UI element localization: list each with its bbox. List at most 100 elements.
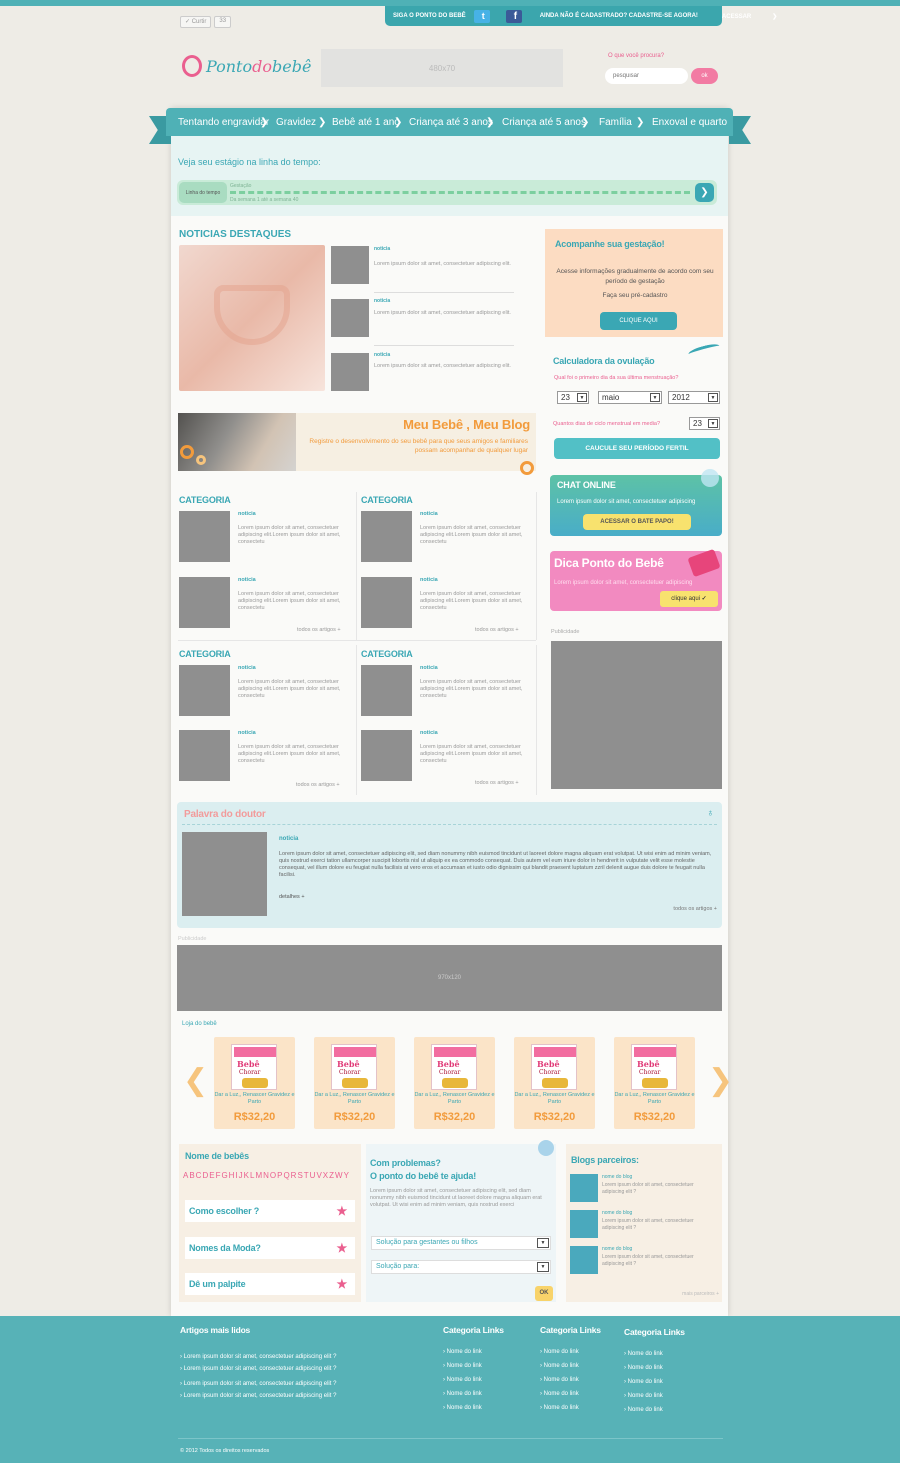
- blog-banner[interactable]: Meu Bebê , Meu Blog Registre o desenvolv…: [178, 413, 536, 475]
- footer-link[interactable]: › Nome do link: [624, 1379, 663, 1385]
- category-item-thumb[interactable]: [179, 665, 230, 716]
- product-desc[interactable]: Dar a Luz,, Renascer Gravidez e Parto: [514, 1092, 595, 1106]
- category-item[interactable]: noticia Lorem ipsum dolor sit amet, cons…: [361, 511, 537, 563]
- category-item-thumb[interactable]: [179, 511, 230, 562]
- category-item-thumb[interactable]: [361, 511, 412, 562]
- footer-article-link[interactable]: › Lorem ipsum dolor sit amet, consectetu…: [180, 1354, 336, 1360]
- partner-blog-thumb[interactable]: [570, 1174, 598, 1202]
- more-articles-link[interactable]: todos os artigos +: [475, 780, 519, 786]
- category-item-thumb[interactable]: [361, 730, 412, 781]
- menu-item-crianca5[interactable]: Criança até 5 anos: [502, 117, 586, 128]
- footer-link[interactable]: › Nome do link: [443, 1349, 482, 1355]
- menu-item-enxoval[interactable]: Enxoval e quarto: [652, 117, 727, 128]
- category-item[interactable]: noticia Lorem ipsum dolor sit amet, cons…: [179, 511, 355, 563]
- pregnancy-follow-button[interactable]: CLIQUE AQUI: [600, 312, 677, 330]
- partner-blog-thumb[interactable]: [570, 1246, 598, 1274]
- details-link[interactable]: detalhes +: [279, 894, 305, 900]
- sidebar-ad[interactable]: [551, 641, 722, 789]
- news-thumb[interactable]: [331, 299, 369, 337]
- footer-article-link[interactable]: › Lorem ipsum dolor sit amet, consectetu…: [180, 1381, 336, 1387]
- menu-item-familia[interactable]: Família: [599, 117, 632, 128]
- product-cover[interactable]: Bebê Chorar: [331, 1044, 377, 1090]
- names-link-choose[interactable]: Como escolher ? ★: [185, 1200, 355, 1222]
- product-desc[interactable]: Dar a Luz,, Renascer Gravidez e Parto: [614, 1092, 695, 1106]
- news-item-title[interactable]: noticia: [374, 246, 390, 252]
- category-item[interactable]: noticia Lorem ipsum dolor sit amet, cons…: [361, 730, 537, 782]
- more-partners-link[interactable]: mais parceiros +: [682, 1291, 719, 1297]
- facebook-icon[interactable]: f: [505, 9, 522, 23]
- category-item-thumb[interactable]: [179, 577, 230, 628]
- product-card[interactable]: Bebê Chorar Dar a Luz,, Renascer Gravidez…: [414, 1037, 495, 1129]
- names-link-guess[interactable]: Dê um palpite ★: [185, 1273, 355, 1295]
- footer-link[interactable]: › Nome do link: [624, 1393, 663, 1399]
- alphabet-index[interactable]: ABCDEFGHIJKLMNOPQRSTUVXZWY: [183, 1171, 350, 1180]
- menu-item-gravidez[interactable]: Gravidez: [276, 117, 316, 128]
- twitter-icon[interactable]: t: [473, 9, 490, 23]
- footer-link[interactable]: › Nome do link: [540, 1349, 579, 1355]
- category-item-title[interactable]: noticia: [420, 511, 438, 517]
- doctor-news-title[interactable]: noticia: [279, 836, 298, 842]
- doctor-image[interactable]: [182, 832, 267, 916]
- month-select[interactable]: maio ▼: [598, 391, 662, 404]
- help-ok-button[interactable]: OK: [535, 1286, 553, 1301]
- timeline-next-button[interactable]: ❯: [695, 183, 714, 202]
- category-item-thumb[interactable]: [361, 577, 412, 628]
- partner-blog-item[interactable]: nome do blog Lorem ipsum dolor sit amet, …: [570, 1210, 720, 1240]
- partner-blog-name[interactable]: nome do blog: [602, 1174, 632, 1180]
- menu-item-bebe[interactable]: Bebê até 1 ano: [332, 117, 400, 128]
- product-card[interactable]: Bebê Chorar Dar a Luz,, Renascer Gravidez…: [314, 1037, 395, 1129]
- product-card[interactable]: Bebê Chorar Dar a Luz,, Renascer Gravidez…: [214, 1037, 295, 1129]
- carousel-prev-button[interactable]: ❮: [183, 1063, 208, 1098]
- search-input[interactable]: [605, 68, 688, 84]
- category-item[interactable]: noticia Lorem ipsum dolor sit amet, cons…: [179, 577, 355, 629]
- category-item-title[interactable]: noticia: [420, 665, 438, 671]
- news-item-title[interactable]: noticia: [374, 352, 390, 358]
- menu-item-tentando[interactable]: Tentando engravidar: [178, 117, 269, 128]
- product-cover[interactable]: Bebê Chorar: [231, 1044, 277, 1090]
- product-desc[interactable]: Dar a Luz,, Renascer Gravidez e Parto: [214, 1092, 295, 1106]
- footer-link[interactable]: › Nome do link: [624, 1365, 663, 1371]
- category-item-thumb[interactable]: [361, 665, 412, 716]
- header-banner[interactable]: 480x70: [321, 49, 563, 87]
- category-item-title[interactable]: noticia: [238, 577, 256, 583]
- category-item-title[interactable]: noticia: [238, 511, 256, 517]
- product-cover[interactable]: Bebê Chorar: [431, 1044, 477, 1090]
- category-item[interactable]: noticia Lorem ipsum dolor sit amet, cons…: [361, 577, 537, 629]
- cycle-select[interactable]: 23 ▼: [689, 417, 720, 430]
- category-item-title[interactable]: noticia: [238, 730, 256, 736]
- news-main-image[interactable]: [179, 245, 325, 391]
- carousel-next-button[interactable]: ❯: [708, 1063, 733, 1098]
- like-widget[interactable]: ✓ Curtir 33: [180, 16, 232, 28]
- footer-link[interactable]: › Nome do link: [540, 1391, 579, 1397]
- product-card[interactable]: Bebê Chorar Dar a Luz,, Renascer Gravidez…: [514, 1037, 595, 1129]
- product-desc[interactable]: Dar a Luz,, Renascer Gravidez e Parto: [414, 1092, 495, 1106]
- day-select[interactable]: 23 ▼: [557, 391, 589, 404]
- year-select[interactable]: 2012 ▼: [668, 391, 720, 404]
- news-thumb[interactable]: [331, 353, 369, 391]
- category-item-title[interactable]: noticia: [420, 730, 438, 736]
- more-articles-link[interactable]: todos os artigos +: [673, 906, 717, 912]
- footer-link[interactable]: › Nome do link: [443, 1391, 482, 1397]
- solution-select[interactable]: Solução para gestantes ou filhos ▼: [371, 1236, 551, 1250]
- partner-blog-name[interactable]: nome do blog: [602, 1246, 632, 1252]
- category-item[interactable]: noticia Lorem ipsum dolor sit amet, cons…: [179, 730, 355, 782]
- category-item-title[interactable]: noticia: [238, 665, 256, 671]
- chat-button[interactable]: ACESSAR O BATE PAPO!: [583, 514, 691, 530]
- more-articles-link[interactable]: todos os artigos +: [296, 782, 340, 788]
- footer-link[interactable]: › Nome do link: [540, 1377, 579, 1383]
- footer-article-link[interactable]: › Lorem ipsum dolor sit amet, consectetu…: [180, 1393, 336, 1399]
- wide-ad[interactable]: 970x120: [177, 945, 722, 1011]
- partner-blog-item[interactable]: nome do blog Lorem ipsum dolor sit amet, …: [570, 1174, 720, 1204]
- product-desc[interactable]: Dar a Luz,, Renascer Gravidez e Parto: [314, 1092, 395, 1106]
- footer-link[interactable]: › Nome do link: [540, 1363, 579, 1369]
- more-articles-link[interactable]: todos os artigos +: [475, 627, 519, 633]
- product-cover[interactable]: Bebê Chorar: [531, 1044, 577, 1090]
- footer-link[interactable]: › Nome do link: [624, 1351, 663, 1357]
- footer-link[interactable]: › Nome do link: [443, 1405, 482, 1411]
- footer-link[interactable]: › Nome do link: [443, 1363, 482, 1369]
- access-link[interactable]: ACESSAR ❯: [706, 13, 793, 20]
- product-cover[interactable]: Bebê Chorar: [631, 1044, 677, 1090]
- solution-for-select[interactable]: Solução para: ▼: [371, 1260, 551, 1274]
- footer-link[interactable]: › Nome do link: [624, 1407, 663, 1413]
- category-item[interactable]: noticia Lorem ipsum dolor sit amet, cons…: [361, 665, 537, 717]
